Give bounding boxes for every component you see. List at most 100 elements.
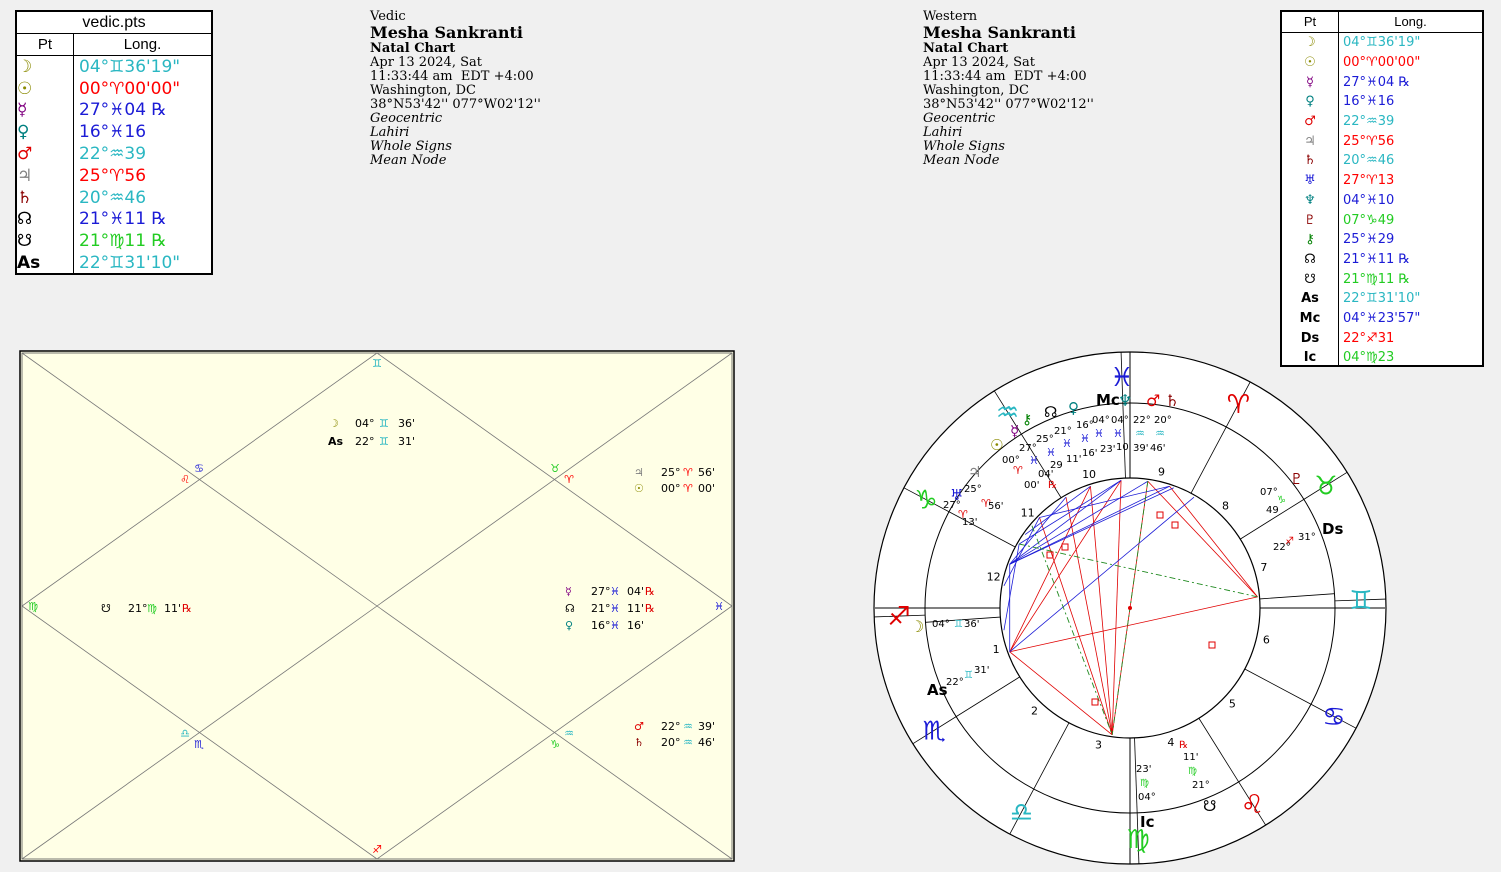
western-points-table: Pt Long. ☽ 04°♊36'19" ☉ 00°♈00'00" ☿ 27°♓04 ℞… (1280, 10, 1484, 367)
svg-text:℞: ℞ (645, 602, 655, 615)
svg-text:36': 36' (398, 417, 415, 430)
house-sign-2b: ♌ (180, 473, 190, 486)
svg-text:♂: ♂ (634, 720, 644, 733)
svg-text:♈: ♈ (683, 466, 693, 479)
vedic-row-glyph: ♀ (17, 122, 30, 143)
zodiac-sign: ♋ (1322, 702, 1345, 732)
vedic-row-longitude: 00°♈00'00" (79, 78, 181, 99)
svg-text:♓: ♓ (610, 602, 620, 615)
vedic-chart: ♊ ♋ ♌ ♍ ♎ ♏ ♐ ♑ ♒ ♓ ♉ ♈ ☽ 04° ♊ 36' As 2… (19, 350, 735, 862)
western-table-row: ♂ 22°♒39 (1282, 112, 1482, 132)
western-row-glyph: ♆ (1304, 192, 1316, 208)
western-row-longitude: 27°♓04 ℞ (1343, 74, 1411, 90)
chart-geocentric: Geocentric (923, 111, 996, 126)
western-row-longitude: 21°♍11 ℞ (1343, 271, 1411, 287)
svg-text:♈: ♈ (683, 482, 693, 495)
western-col-pt: Pt (1282, 12, 1339, 32)
western-table-row: ☋ 21°♍11 ℞ (1282, 269, 1482, 289)
house-sign-8b: ♉ (550, 462, 560, 475)
chart-node-type: Mean Node (370, 153, 447, 168)
svg-text:℞: ℞ (1179, 740, 1188, 751)
western-col-long: Long. (1394, 14, 1427, 29)
vedic-row-longitude: 20°♒46 (79, 187, 147, 208)
svg-text:♊: ♊ (954, 619, 963, 630)
sun-glyph: ☉ (990, 436, 1003, 454)
zodiac-sign: ♏ (922, 716, 945, 746)
svg-text:23': 23' (1100, 444, 1115, 455)
svg-text:22°: 22° (661, 720, 681, 733)
vedic-table-rows: ☽ ☉ ☿ ♀ ♂ ♃ ♄ ☊ ☋ As 04°♊36'19" 00°♈00'00" 27°♓04 ℞ 1… (17, 56, 211, 273)
chart-type-label: Vedic (370, 9, 406, 24)
vedic-row-longitude: 21°♓11 ℞ (79, 209, 167, 230)
svg-text:27°: 27° (591, 585, 611, 598)
vedic-col-long: Long. (123, 36, 162, 53)
western-table-row: ♄ 20°♒46 (1282, 151, 1482, 171)
svg-text:21°: 21° (591, 602, 611, 615)
house-sign-5: ♐ (372, 843, 382, 856)
vedic-row-longitude: 22°♊31'10" (79, 253, 181, 274)
svg-text:℞: ℞ (182, 602, 192, 615)
western-table-row: ♆ 04°♓10 (1282, 191, 1482, 211)
chart-coords: 38°N53'42'' 077°W02'12'' (370, 97, 541, 112)
svg-text:♊: ♊ (964, 670, 973, 681)
western-table-row: ☊ 21°♓11 ℞ (1282, 250, 1482, 270)
house-number: 8 (1222, 500, 1229, 513)
vedic-row-glyph: As (17, 253, 41, 274)
house-sign-3: ♍ (28, 600, 38, 613)
western-row-longitude: 20°♒46 (1343, 153, 1395, 169)
vedic-row-longitude: 22°♒39 (79, 144, 147, 165)
vedic-points-table: vedic.pts Pt Long. ☽ ☉ ☿ ♀ ♂ ♃ ♄ ☊ ☋ As 04°♊36'19"… (15, 10, 213, 275)
zodiac-sign: ♎ (1010, 798, 1033, 828)
chart-place: Washington, DC (923, 83, 1029, 98)
western-row-longitude: 27°♈13 (1343, 173, 1395, 189)
western-row-longitude: 16°♓16 (1343, 94, 1395, 110)
vedic-table-title: vedic.pts (17, 12, 211, 34)
western-row-glyph: Ds (1300, 330, 1320, 346)
house-sign-8a: ♈ (564, 473, 574, 486)
chart-house-system: Whole Signs (370, 139, 452, 154)
western-row-longitude: 25°♈56 (1343, 133, 1395, 149)
svg-text:As: As (328, 435, 344, 448)
svg-text:☋: ☋ (101, 602, 111, 615)
ketu-glyph: ☋ (1203, 797, 1216, 815)
svg-text:21°: 21° (1192, 780, 1210, 791)
western-row-glyph: ♀ (1305, 94, 1315, 110)
svg-text:16': 16' (1082, 448, 1097, 459)
western-table-row: ☉ 00°♈00'00" (1282, 53, 1482, 73)
svg-text:31': 31' (398, 435, 415, 448)
zodiac-sign: ♌ (1241, 790, 1264, 820)
pluto-glyph: ♇ (1290, 470, 1303, 488)
vedic-table-header: Pt Long. (17, 34, 211, 56)
svg-text:☽: ☽ (329, 417, 339, 430)
vedic-chart-info: Vedic Mesha Sankranti Natal Chart Apr 13… (370, 10, 541, 168)
western-row-glyph: As (1301, 291, 1319, 307)
svg-text:25°: 25° (1036, 434, 1054, 445)
svg-text:46': 46' (698, 736, 715, 749)
svg-text:♍: ♍ (147, 602, 157, 615)
svg-text:♓: ♓ (1094, 427, 1104, 440)
house-number: 7 (1260, 561, 1267, 574)
svg-text:☿: ☿ (565, 585, 572, 598)
svg-text:21°: 21° (128, 602, 148, 615)
svg-text:♍: ♍ (1188, 766, 1197, 777)
western-row-glyph: ♂ (1304, 114, 1316, 130)
svg-text:♒: ♒ (683, 736, 693, 749)
vedic-row-glyph: ☉ (17, 78, 33, 99)
western-row-glyph: ☉ (1304, 55, 1316, 71)
house-number: 1 (993, 643, 1000, 656)
svg-text:♓: ♓ (1113, 427, 1123, 440)
svg-text:16°: 16° (1076, 420, 1094, 431)
svg-text:39': 39' (1133, 443, 1148, 454)
vedic-row-longitude: 16°♓16 (79, 122, 147, 143)
western-row-longitude: 00°♈00'00" (1343, 55, 1421, 71)
chart-coords: 38°N53'42'' 077°W02'12'' (923, 97, 1094, 112)
chart-date: Apr 13 2024, Sat (923, 55, 1035, 70)
svg-text:10: 10 (1116, 442, 1129, 453)
chart-type-label: Western (923, 9, 978, 24)
western-table-row: Mc 04°♓23'57" (1282, 309, 1482, 329)
vedic-row-glyph: ☋ (17, 231, 33, 252)
ascendant-label: As (927, 681, 948, 699)
svg-text:04°: 04° (1138, 792, 1156, 803)
svg-text:25°: 25° (964, 484, 982, 495)
chiron-glyph: ⚷ (1022, 412, 1032, 428)
